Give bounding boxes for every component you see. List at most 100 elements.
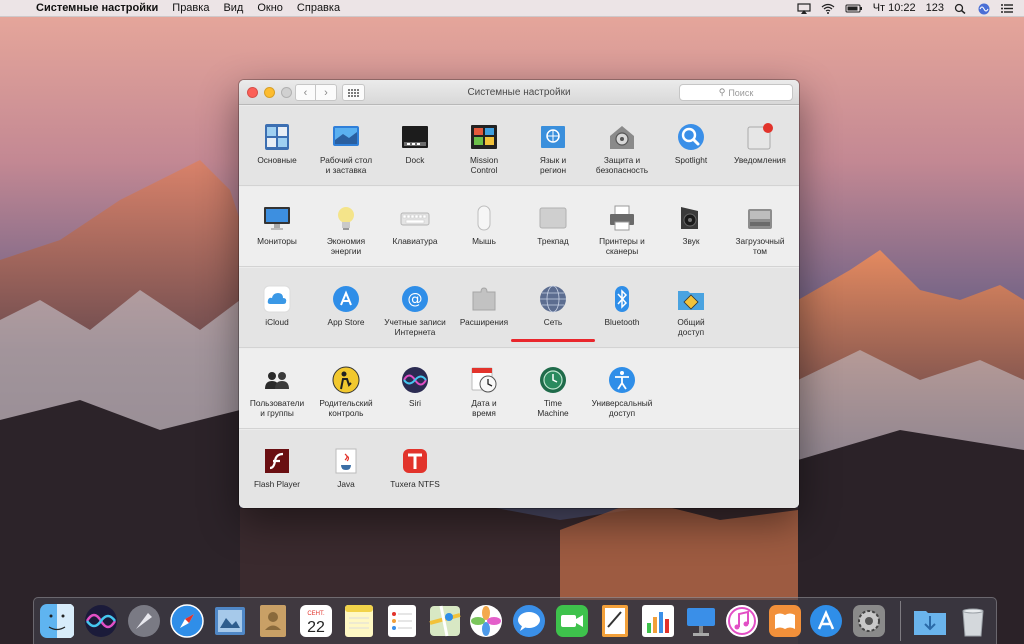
menu-window[interactable]: Окно — [257, 2, 283, 14]
siri-icon[interactable] — [978, 3, 990, 14]
wifi-icon[interactable] — [821, 3, 835, 14]
section-internet-wireless: iCloud App Store @ Учетные записи Интерн… — [239, 268, 799, 348]
section-hardware: Мониторы Экономия энергии Клавиатура Мыш… — [239, 187, 799, 267]
app-menu[interactable]: Системные настройки — [36, 2, 158, 14]
pane-spotlight[interactable]: Spotlight — [656, 122, 726, 165]
tuxera-icon — [400, 446, 430, 476]
puzzle-icon — [469, 284, 499, 314]
pane-label: Spotlight — [674, 155, 708, 165]
pane-label: Родительский контроль — [319, 398, 373, 418]
pane-notifications[interactable]: Уведомления — [725, 122, 795, 165]
calendar-icon[interactable]: СЕНТ. 22 — [298, 603, 334, 639]
search-placeholder: Поиск — [728, 87, 754, 98]
pane-label: Защита и безопасность — [595, 155, 649, 175]
pane-network[interactable]: Сеть — [518, 284, 588, 327]
system-preferences-dock-icon[interactable] — [851, 603, 887, 639]
pane-label: Основные — [257, 155, 297, 165]
pane-siri[interactable]: Siri — [380, 365, 450, 408]
pane-extensions[interactable]: Расширения — [449, 284, 519, 327]
pane-desktop-screensaver[interactable]: Рабочий стол и заставка — [311, 122, 381, 175]
printer-icon — [607, 203, 637, 233]
pane-java[interactable]: Java — [311, 446, 381, 489]
mouse-icon — [469, 203, 499, 233]
pane-label: Язык и регион — [539, 155, 567, 175]
section-other: Flash Player Java Tuxera NTFS — [239, 430, 799, 508]
itunes-icon[interactable] — [724, 603, 760, 639]
pane-sharing[interactable]: Общий доступ — [656, 284, 726, 337]
launchpad-icon[interactable] — [126, 603, 162, 639]
title-bar[interactable]: ‹ › Системные настройки ⚲ Поиск — [239, 80, 799, 105]
pane-time-machine[interactable]: Time Machine — [518, 365, 588, 418]
pane-printers-scanners[interactable]: Принтеры и сканеры — [587, 203, 657, 256]
menu-view[interactable]: Вид — [223, 2, 243, 14]
pane-trackpad[interactable]: Трекпад — [518, 203, 588, 246]
pages-icon[interactable] — [597, 603, 633, 639]
pane-security-privacy[interactable]: Защита и безопасность — [587, 122, 657, 175]
pane-accessibility[interactable]: Универсальный доступ — [587, 365, 657, 418]
menu-edit[interactable]: Правка — [172, 2, 209, 14]
keynote-icon[interactable] — [683, 603, 719, 639]
pane-label: Tuxera NTFS — [390, 479, 440, 489]
spotlight-icon — [676, 122, 706, 152]
mail-photo-icon[interactable] — [212, 603, 248, 639]
pane-icloud[interactable]: iCloud — [242, 284, 312, 327]
pane-label: Time Machine — [537, 398, 569, 418]
search-field[interactable]: ⚲ Поиск — [679, 84, 793, 101]
input-source[interactable]: 123 — [926, 2, 944, 14]
menu-help[interactable]: Справка — [297, 2, 340, 14]
app-store-dock-icon[interactable] — [808, 603, 844, 639]
pane-language-region[interactable]: Язык и регион — [518, 122, 588, 175]
pane-displays[interactable]: Мониторы — [242, 203, 312, 246]
pane-tuxera-ntfs[interactable]: Tuxera NTFS — [380, 446, 450, 489]
menubar-clock[interactable]: Чт 10:22 — [873, 2, 916, 14]
speaker-icon — [676, 203, 706, 233]
pane-flash-player[interactable]: Flash Player — [242, 446, 312, 489]
pane-label: Рабочий стол и заставка — [319, 155, 373, 175]
pane-dock[interactable]: Dock — [380, 122, 450, 165]
pane-sound[interactable]: Звук — [656, 203, 726, 246]
photos-icon[interactable] — [468, 603, 504, 639]
pane-startup-disk[interactable]: Загрузочный том — [725, 203, 795, 256]
at-sign-icon: @ — [400, 284, 430, 314]
pane-users-groups[interactable]: Пользователи и группы — [242, 365, 312, 418]
globe-icon — [538, 284, 568, 314]
pane-bluetooth[interactable]: Bluetooth — [587, 284, 657, 327]
highlight-underline — [511, 339, 595, 342]
siri-pane-icon — [400, 365, 430, 395]
hard-drive-icon — [745, 203, 775, 233]
messages-icon[interactable] — [511, 603, 547, 639]
airplay-icon[interactable] — [797, 2, 811, 14]
pane-label: Уведомления — [734, 155, 786, 165]
ibooks-icon[interactable] — [767, 603, 803, 639]
notification-center-icon[interactable] — [1000, 3, 1014, 14]
lightbulb-icon — [331, 203, 361, 233]
trash-icon[interactable] — [955, 603, 991, 639]
pane-parental-controls[interactable]: Родительский контроль — [311, 365, 381, 418]
pane-internet-accounts[interactable]: @ Учетные записи Интернета — [380, 284, 450, 337]
pane-date-time[interactable]: Дата и время — [449, 365, 519, 418]
pane-label: Java — [337, 479, 355, 489]
contacts-icon[interactable] — [255, 603, 291, 639]
battery-icon[interactable] — [845, 3, 863, 14]
spotlight-search-icon[interactable] — [954, 3, 968, 14]
pane-app-store[interactable]: App Store — [311, 284, 381, 327]
safari-icon[interactable] — [169, 603, 205, 639]
system-preferences-window: ‹ › Системные настройки ⚲ Поиск Основные… — [239, 80, 799, 508]
pane-mission-control[interactable]: Mission Control — [449, 122, 519, 175]
pane-label: Загрузочный том — [735, 236, 785, 256]
maps-icon[interactable] — [427, 603, 463, 639]
siri-dock-icon[interactable] — [83, 603, 119, 639]
finder-icon[interactable] — [39, 603, 75, 639]
pane-keyboard[interactable]: Клавиатура — [380, 203, 450, 246]
pane-label: Mission Control — [469, 155, 499, 175]
pane-general[interactable]: Основные — [242, 122, 312, 165]
pane-energy-saver[interactable]: Экономия энергии — [311, 203, 381, 256]
flash-icon — [262, 446, 292, 476]
numbers-icon[interactable] — [640, 603, 676, 639]
pane-mouse[interactable]: Мышь — [449, 203, 519, 246]
reminders-icon[interactable] — [384, 603, 420, 639]
notes-icon[interactable] — [341, 603, 377, 639]
facetime-icon[interactable] — [554, 603, 590, 639]
downloads-folder-icon[interactable] — [912, 603, 948, 639]
java-icon — [331, 446, 361, 476]
